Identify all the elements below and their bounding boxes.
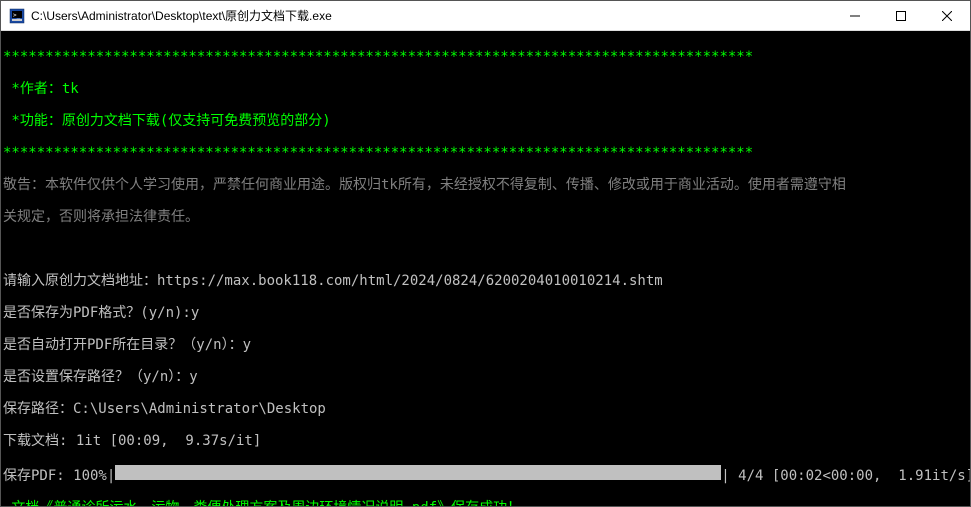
save-path-label: 保存路径： bbox=[3, 401, 73, 417]
pdf-prompt-line: 是否保存为PDF格式？(y/n):y bbox=[3, 305, 968, 321]
svg-text:>_: >_ bbox=[13, 12, 21, 19]
url-input-value: https://max.book118.com/html/2024/0824/6… bbox=[157, 273, 663, 289]
separator-line: ****************************************… bbox=[3, 49, 968, 65]
success-doc-line: 文档《普通诊所污水、污物、粪便处理方案及周边环境情况说明.pdf》保存成功！ bbox=[3, 500, 968, 506]
path-prompt-label: 是否设置保存路径？（y/n）： bbox=[3, 369, 189, 385]
blank-line bbox=[3, 241, 968, 257]
close-button[interactable] bbox=[924, 1, 970, 30]
open-prompt-line: 是否自动打开PDF所在目录？（y/n）：y bbox=[3, 337, 968, 353]
download-stats: 1it [00:09, 9.37s/it] bbox=[76, 433, 261, 449]
pdf-prompt-answer: y bbox=[191, 305, 199, 321]
author-line: *作者：tk bbox=[3, 81, 968, 97]
path-prompt-answer: y bbox=[189, 369, 197, 385]
app-icon: >_ bbox=[9, 8, 25, 24]
disclaimer-line-1: 敬告：本软件仅供个人学习使用，严禁任何商业用途。版权归tk所有，未经授权不得复制… bbox=[3, 177, 968, 193]
window-controls bbox=[832, 1, 970, 30]
open-prompt-label: 是否自动打开PDF所在目录？（y/n）： bbox=[3, 337, 243, 353]
minimize-button[interactable] bbox=[832, 1, 878, 30]
save-path-line: 保存路径：C:\Users\Administrator\Desktop bbox=[3, 401, 968, 417]
url-prompt-label: 请输入原创力文档地址： bbox=[3, 273, 157, 289]
pdf-prompt-label: 是否保存为PDF格式？(y/n): bbox=[3, 305, 191, 321]
terminal-output[interactable]: ****************************************… bbox=[1, 31, 970, 506]
titlebar[interactable]: >_ C:\Users\Administrator\Desktop\text\原… bbox=[1, 1, 970, 31]
window-title: C:\Users\Administrator\Desktop\text\原创力文… bbox=[31, 7, 832, 24]
path-prompt-line: 是否设置保存路径？（y/n）：y bbox=[3, 369, 968, 385]
progress-label: 保存PDF: 100%| bbox=[3, 468, 115, 484]
url-prompt-line: 请输入原创力文档地址：https://max.book118.com/html/… bbox=[3, 273, 968, 289]
maximize-button[interactable] bbox=[878, 1, 924, 30]
separator-line: ****************************************… bbox=[3, 145, 968, 161]
save-path-value: C:\Users\Administrator\Desktop bbox=[73, 401, 326, 417]
disclaimer-line-2: 关规定，否则将承担法律责任。 bbox=[3, 209, 968, 225]
progress-line: 保存PDF: 100%| | 4/4 [00:02<00:00, 1.91it/s… bbox=[3, 465, 968, 484]
open-prompt-answer: y bbox=[243, 337, 251, 353]
download-label: 下载文档: bbox=[3, 433, 76, 449]
download-line: 下载文档: 1it [00:09, 9.37s/it] bbox=[3, 433, 968, 449]
progress-bar-fill bbox=[115, 465, 721, 480]
progress-suffix: | 4/4 [00:02<00:00, 1.91it/s] bbox=[721, 468, 970, 484]
app-window: >_ C:\Users\Administrator\Desktop\text\原… bbox=[0, 0, 971, 507]
function-line: *功能：原创力文档下载(仅支持可免费预览的部分) bbox=[3, 113, 968, 129]
